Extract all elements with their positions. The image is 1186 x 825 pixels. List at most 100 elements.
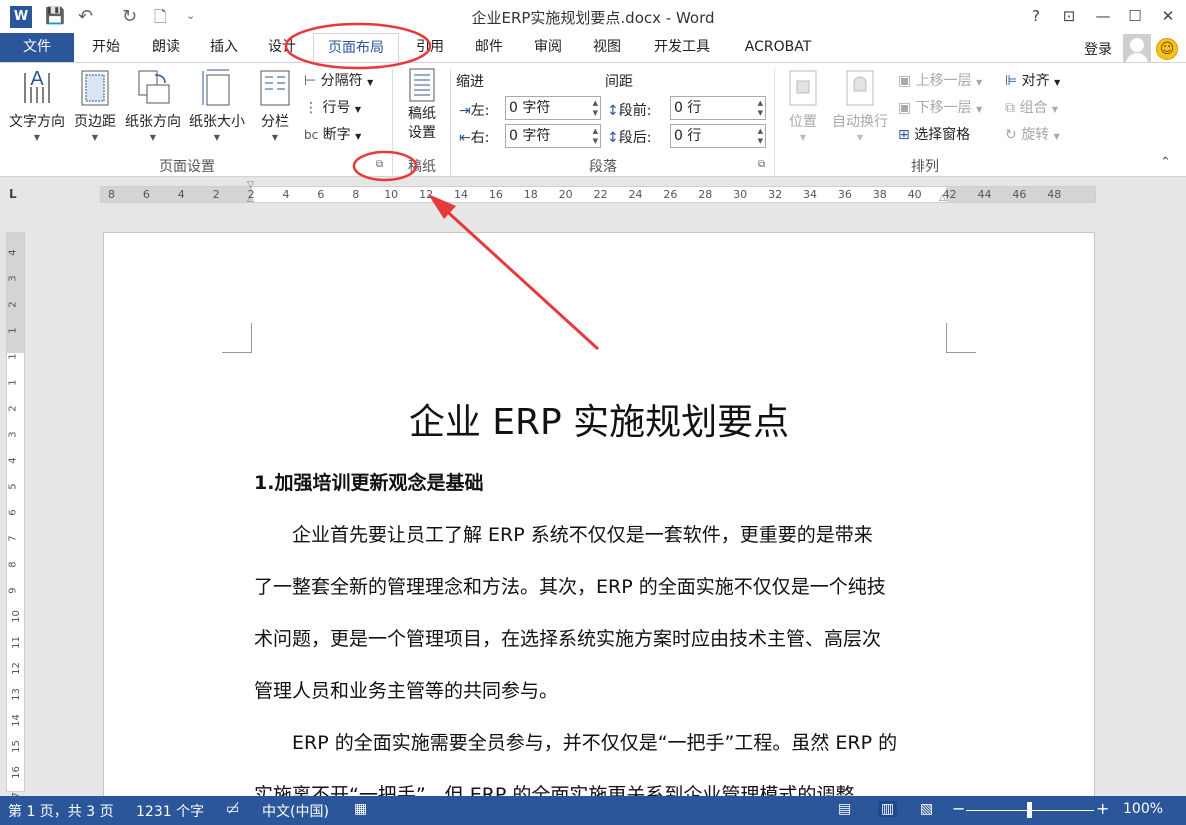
spacing-after-input[interactable]: 0 行 ▲ ▼: [670, 124, 766, 148]
close-button[interactable]: ✕: [1155, 4, 1181, 28]
ruler-tick-label: 12: [10, 662, 22, 675]
indent-right-label: ⇤右:: [459, 130, 490, 146]
tab-file[interactable]: 文件: [0, 33, 74, 62]
ruler-tick-label: 26: [663, 188, 678, 201]
align-button[interactable]: ⊫ 对齐 ▼: [1005, 70, 1060, 90]
tab-developer[interactable]: 开发工具: [645, 33, 719, 62]
horizontal-ruler[interactable]: 8 6 4 2 2 4 6 8 10 12 14 16 18 20 22 24 26 28 30 32 34 36 38 40…: [100, 180, 1096, 204]
size-label: 纸张大小: [189, 114, 245, 130]
ruler-tick-label: 1: [7, 353, 19, 360]
spinner-arrows-icon[interactable]: ▲ ▼: [758, 98, 763, 118]
chevron-down-icon: ▼: [213, 133, 221, 142]
tab-view[interactable]: 视图: [585, 33, 629, 62]
section-heading: 1.加强培训更新观念是基础: [254, 472, 484, 494]
size-button[interactable]: 纸张大小 ▼: [186, 67, 248, 142]
minimize-button[interactable]: —: [1090, 4, 1116, 28]
zoom-level[interactable]: 100%: [1123, 801, 1163, 817]
web-layout-icon[interactable]: ▧: [920, 801, 933, 817]
maximize-button[interactable]: ☐: [1122, 4, 1148, 28]
send-backward-button[interactable]: ▣ 下移一层 ▼: [898, 97, 982, 117]
text-line: 了一整套全新的管理理念和方法。其次，ERP 的全面实施不仅仅是一个纯技: [254, 576, 886, 598]
breaks-label: 分隔符: [320, 73, 363, 89]
indent-left-input[interactable]: 0 字符 ▲ ▼: [505, 96, 601, 120]
columns-button[interactable]: 分栏 ▼: [254, 67, 296, 142]
zoom-in-button[interactable]: +: [1096, 799, 1109, 818]
spacing-before-input[interactable]: 0 行 ▲ ▼: [670, 96, 766, 120]
orientation-button[interactable]: 纸张方向 ▼: [122, 67, 184, 142]
ruler-tick-label: 22: [593, 188, 608, 201]
help-button[interactable]: ?: [1023, 4, 1049, 28]
page-count[interactable]: 第 1 页，共 3 页: [8, 801, 114, 821]
smiley-feedback-icon[interactable]: ☺: [1156, 38, 1178, 60]
tab-review[interactable]: 审阅: [526, 33, 570, 62]
zoom-slider-thumb[interactable]: [1027, 802, 1032, 818]
tab-design[interactable]: 设计: [260, 33, 304, 62]
ruler-tick-label: 8: [352, 188, 360, 201]
tab-references[interactable]: 引用: [408, 33, 452, 62]
proofing-icon[interactable]: ▭̸: [226, 801, 239, 817]
chevron-down-icon: ▼: [1051, 105, 1059, 114]
tab-page-layout[interactable]: 页面布局: [313, 33, 399, 63]
rotate-button[interactable]: ↻ 旋转 ▼: [1005, 124, 1060, 144]
macro-record-icon[interactable]: ▦: [354, 801, 367, 817]
word-count[interactable]: 1231 个字: [136, 801, 204, 821]
vertical-ruler[interactable]: 432111234567891011121314151617: [6, 232, 25, 805]
chevron-down-icon: ▼: [1053, 132, 1060, 141]
right-indent-marker[interactable]: △: [939, 193, 946, 203]
spinner-arrows-icon[interactable]: ▲ ▼: [758, 126, 763, 146]
line-numbers-icon: ⋮: [304, 100, 318, 116]
print-layout-icon[interactable]: ▥: [878, 801, 898, 817]
sign-in-link[interactable]: 登录: [1084, 39, 1112, 59]
avatar[interactable]: [1123, 34, 1151, 62]
tab-insert[interactable]: 插入: [202, 33, 246, 62]
tab-mailings[interactable]: 邮件: [467, 33, 511, 62]
ruler-tick-label: 38: [872, 188, 887, 201]
ruler-tick-label: 5: [7, 483, 19, 490]
line-numbers-button[interactable]: ⋮ 行号 ▼: [304, 97, 361, 117]
zoom-out-button[interactable]: −: [952, 799, 965, 818]
text-direction-button[interactable]: A 文字方向 ▼: [6, 67, 68, 142]
page-setup-group-label: 页面设置: [159, 159, 215, 175]
manuscript-settings-button[interactable]: 稿纸 设置: [400, 67, 444, 143]
left-indent-marker[interactable]: △: [247, 194, 254, 204]
chevron-down-icon: ▼: [799, 133, 807, 142]
page-setup-dialog-launcher[interactable]: ⧉: [376, 159, 383, 170]
spinner-arrows-icon[interactable]: ▲ ▼: [593, 126, 598, 146]
margins-button[interactable]: 页边距 ▼: [70, 67, 120, 142]
group-button[interactable]: ⧉ 组合 ▼: [1005, 97, 1058, 117]
ruler-tick-label: 6: [7, 509, 19, 516]
margins-icon: [77, 67, 113, 107]
tab-selector[interactable]: L: [9, 187, 17, 201]
margins-label: 页边距: [74, 114, 116, 130]
spinner-arrows-icon[interactable]: ▲ ▼: [593, 98, 598, 118]
position-button[interactable]: 位置 ▼: [782, 67, 824, 142]
chevron-down-icon: ▼: [856, 133, 864, 142]
tab-read-aloud[interactable]: 朗读: [144, 33, 188, 62]
ruler-tick-label: 48: [1047, 188, 1062, 201]
paragraph-dialog-launcher[interactable]: ⧉: [758, 159, 765, 170]
bring-forward-icon: ▣: [898, 73, 912, 89]
indent-right-input[interactable]: 0 字符 ▲ ▼: [505, 124, 601, 148]
ruler-tick-label: 14: [454, 188, 468, 201]
bring-forward-button[interactable]: ▣ 上移一层 ▼: [898, 70, 982, 90]
first-line-indent-marker[interactable]: ▽: [247, 180, 254, 190]
document-page[interactable]: 企业 ERP 实施规划要点 1.加强培训更新观念是基础 企业首先要让员工了解 E…: [103, 232, 1095, 812]
ribbon-display-options-button[interactable]: ⊡: [1056, 4, 1082, 28]
text-direction-icon: A: [19, 67, 55, 107]
wrap-text-button[interactable]: 自动换行 ▼: [828, 67, 892, 142]
ruler-tick-label: 4: [282, 188, 290, 201]
language[interactable]: 中文(中国): [262, 801, 329, 821]
hyphenation-button[interactable]: bc 断字 ▼: [304, 124, 361, 144]
breaks-button[interactable]: ⊢ 分隔符 ▼: [304, 70, 373, 90]
read-mode-icon[interactable]: ▤: [838, 801, 851, 817]
chevron-down-icon: ▼: [1054, 78, 1061, 87]
spacing-after-icon: ↕: [607, 130, 619, 146]
align-icon: ⊫: [1005, 73, 1018, 89]
group-icon: ⧉: [1005, 100, 1015, 116]
tab-acrobat[interactable]: ACROBAT: [736, 33, 820, 62]
chevron-down-icon: ▼: [976, 105, 983, 114]
selection-pane-button[interactable]: ⊞ 选择窗格: [898, 124, 970, 144]
tab-home[interactable]: 开始: [84, 33, 128, 62]
collapse-ribbon-icon[interactable]: ⌃: [1160, 155, 1171, 170]
ruler-tick-label: 20: [558, 188, 573, 201]
